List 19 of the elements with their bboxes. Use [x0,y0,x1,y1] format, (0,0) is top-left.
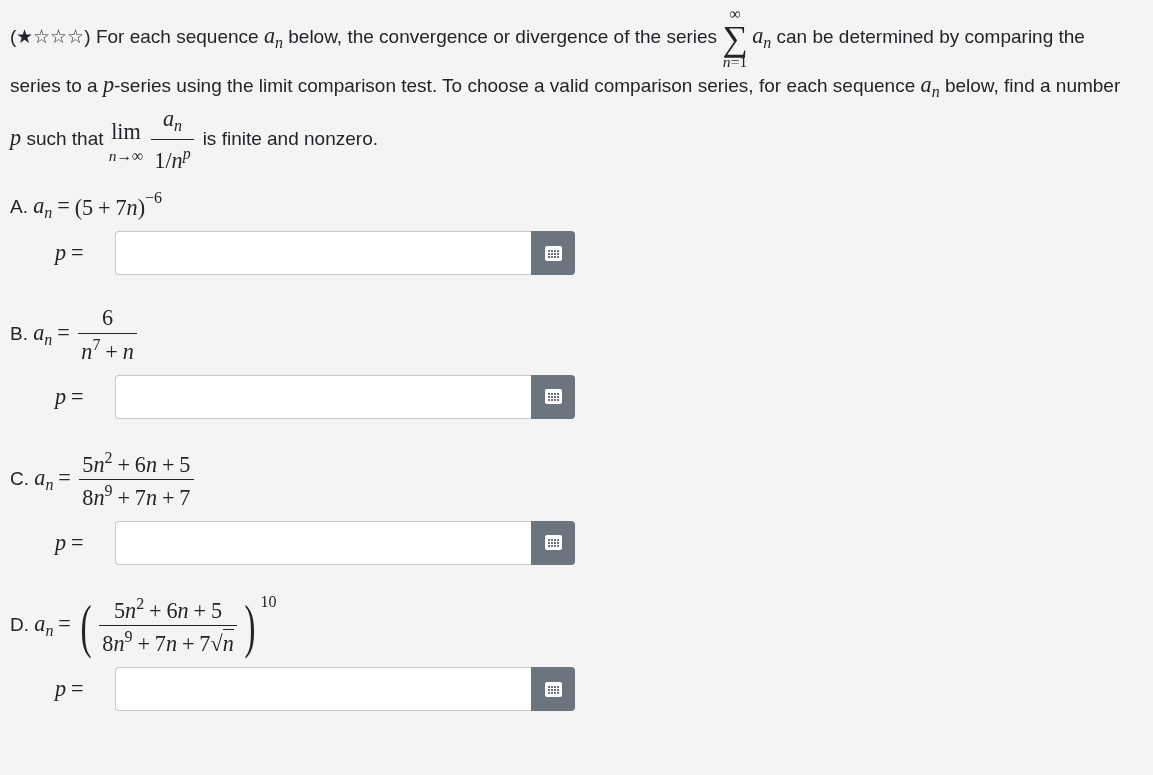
answer-field[interactable] [115,520,531,565]
keypad-button[interactable] [531,374,575,419]
answer-label: p = [55,676,85,703]
answer-field[interactable] [115,667,531,712]
grid-icon [544,389,562,405]
keypad-button[interactable] [531,520,575,565]
formula-label: B. a$_{n}$ = 6 n$^{7}$ + n [10,305,141,365]
grid-icon [544,245,562,261]
answer-field[interactable] [115,231,531,276]
keypad-button[interactable] [531,231,575,276]
formula-label: C. a$_{n}$ = 5n$^{2}$ + 6n + 5 8n$^{9}$ + 7n + 7 [10,448,198,511]
answer-label: p = [55,383,85,410]
answer-label: p = [55,240,85,267]
answer-label: p = [55,529,85,556]
keypad-button[interactable] [531,667,575,712]
question-text: (★☆☆☆) For each sequence a$_{n}$ below, the convergence or divergence of the series ∞ ∑ n=1 a$_{n}$ can be determined by comparing the series to a p-series using the limit comparison test. To choose a valid comparison series, for each sequence a$_{n}$ below, find a number p such that lim n→∞ a$_{n}$ 1/n$^{p}$ is finite and nonzero. [10,6,1123,177]
grid-icon [544,535,562,551]
grid-icon [544,681,562,697]
answer-field[interactable] [115,374,531,419]
